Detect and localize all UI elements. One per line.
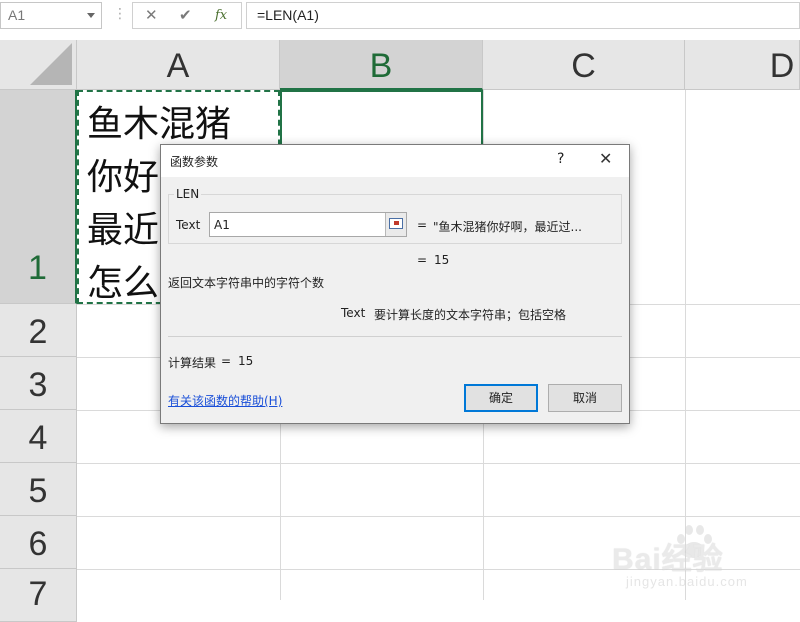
grid-line	[77, 463, 800, 464]
row-header-7[interactable]: 7	[0, 569, 77, 622]
name-box[interactable]: A1	[0, 2, 102, 29]
argument-preview: "鱼木混猪你好啊，最近过...	[433, 220, 582, 234]
watermark: Bai经验 jingyan.baidu.com	[612, 522, 792, 592]
result-equals: =	[417, 253, 428, 267]
watermark-logo: Bai经验	[612, 543, 724, 576]
function-help-link[interactable]: 有关该函数的帮助(H)	[168, 392, 282, 409]
calculation-equals: =	[221, 354, 232, 368]
function-description: 返回文本字符串中的字符个数	[168, 276, 325, 290]
cancel-icon[interactable]: ✕	[145, 6, 158, 24]
dialog-titlebar[interactable]: 函数参数 ? ✕	[161, 145, 629, 177]
column-header-b[interactable]: B	[280, 40, 483, 90]
drag-handle-icon[interactable]: ⋮	[113, 6, 127, 22]
collapse-dialog-button[interactable]	[385, 213, 406, 236]
column-header-a[interactable]: A	[77, 40, 280, 90]
argument-equals: =	[417, 218, 428, 232]
range-select-icon	[389, 218, 403, 229]
text-argument-value: A1	[214, 218, 230, 232]
enter-icon[interactable]: ✔	[179, 6, 192, 24]
formula-buttons: ✕ ✔ fx	[132, 2, 242, 29]
function-arguments-dialog: 函数参数 ? ✕ LEN Text A1 = "鱼木混猪你好啊，最近过... =…	[160, 144, 630, 424]
row-header-6[interactable]: 6	[0, 516, 77, 569]
row-header-2[interactable]: 2	[0, 304, 77, 357]
row-header-1[interactable]: 1	[0, 90, 77, 304]
calculation-result-value: 15	[238, 354, 254, 368]
calculation-result-label: 计算结果	[168, 356, 217, 370]
column-header-d[interactable]: D	[685, 40, 800, 90]
formula-bar: A1 ⋮ ✕ ✔ fx =LEN(A1)	[0, 0, 800, 41]
select-all-icon	[30, 43, 72, 85]
insert-function-icon[interactable]: fx	[215, 8, 227, 23]
argument-description-text: 要计算长度的文本字符串；包括空格	[374, 308, 567, 322]
row-header-5[interactable]: 5	[0, 463, 77, 516]
ok-button[interactable]: 确定	[464, 384, 538, 412]
dialog-title: 函数参数	[170, 155, 219, 169]
function-name: LEN	[174, 187, 202, 201]
row-header-3[interactable]: 3	[0, 357, 77, 410]
name-box-value: A1	[8, 7, 26, 23]
formula-input[interactable]: =LEN(A1)	[246, 2, 800, 29]
result-preview: 15	[434, 253, 450, 267]
help-icon[interactable]: ?	[557, 151, 564, 167]
argument-label: Text	[176, 218, 201, 232]
watermark-url: jingyan.baidu.com	[626, 574, 748, 589]
divider	[168, 336, 622, 337]
row-header-4[interactable]: 4	[0, 410, 77, 463]
cancel-button[interactable]: 取消	[548, 384, 622, 412]
chevron-down-icon[interactable]	[87, 13, 95, 18]
text-argument-input[interactable]: A1	[209, 212, 407, 237]
argument-description-name: Text	[341, 306, 366, 320]
grid-line	[77, 516, 800, 517]
formula-text: =LEN(A1)	[257, 7, 319, 23]
close-icon[interactable]: ✕	[599, 149, 612, 168]
select-all-button[interactable]	[0, 40, 77, 90]
column-header-c[interactable]: C	[483, 40, 685, 90]
